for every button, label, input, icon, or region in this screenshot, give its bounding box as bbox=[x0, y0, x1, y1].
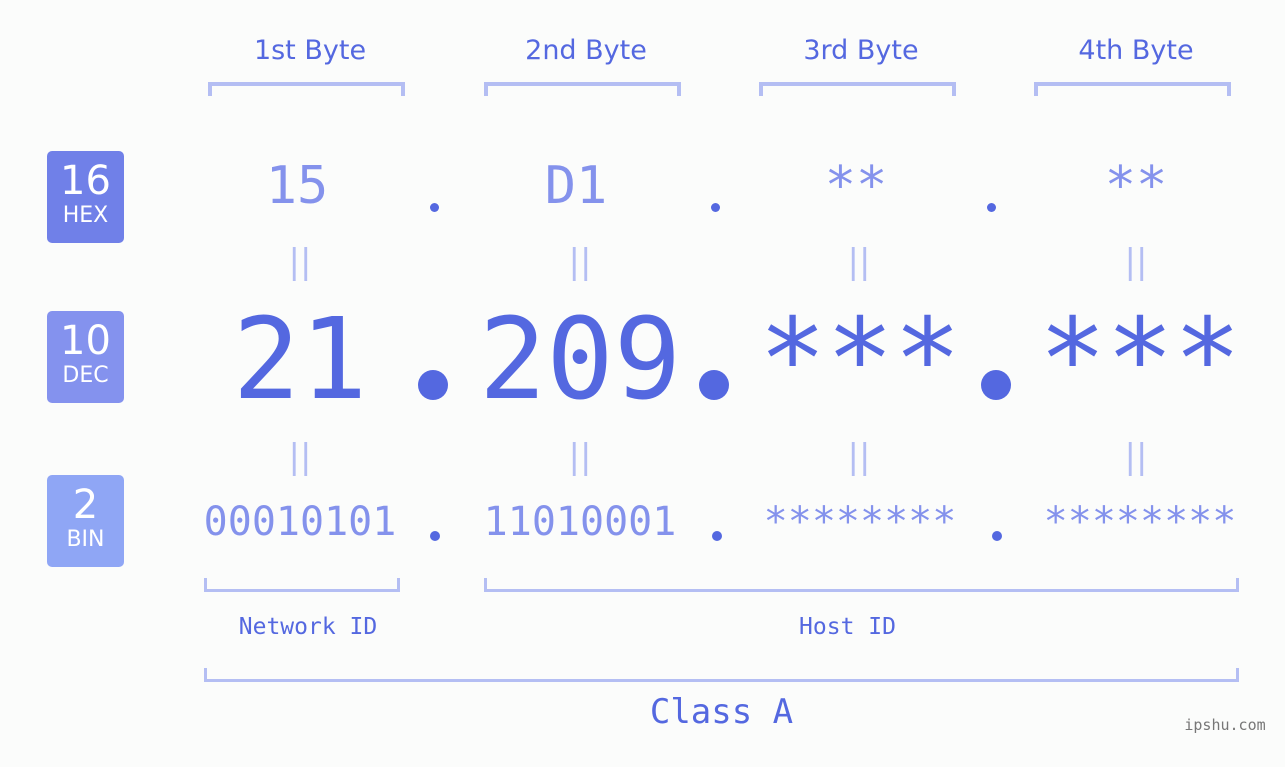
equals-symbol: || bbox=[568, 242, 592, 282]
bin-byte-4: ******** bbox=[1043, 499, 1237, 545]
hex-separator-dot bbox=[430, 203, 439, 212]
watermark: ipshu.com bbox=[1184, 716, 1266, 734]
bin-byte-3: ******** bbox=[763, 499, 957, 545]
equals-symbol: || bbox=[847, 242, 871, 282]
bin-base-label: BIN bbox=[66, 527, 105, 552]
equals-symbol: || bbox=[1124, 242, 1148, 282]
hex-badge: 16 HEX bbox=[47, 151, 124, 243]
host-id-bracket bbox=[484, 578, 1239, 592]
bin-badge: 2 BIN bbox=[47, 475, 124, 567]
byte-bracket-1 bbox=[208, 82, 405, 96]
dec-base-label: DEC bbox=[62, 363, 109, 388]
dec-separator-dot bbox=[981, 370, 1011, 400]
dec-byte-2: 209 bbox=[478, 295, 682, 425]
dec-badge: 10 DEC bbox=[47, 311, 124, 403]
equals-symbol: || bbox=[288, 242, 312, 282]
hex-byte-2: D1 bbox=[544, 156, 608, 216]
dec-byte-1: 21 bbox=[232, 295, 368, 425]
bin-base-number: 2 bbox=[72, 482, 99, 528]
byte-header-2: 2nd Byte bbox=[525, 35, 647, 66]
dec-separator-dot bbox=[699, 370, 729, 400]
dec-base-number: 10 bbox=[60, 318, 111, 364]
hex-byte-4: ** bbox=[1104, 156, 1168, 216]
byte-bracket-2 bbox=[484, 82, 681, 96]
network-id-bracket bbox=[204, 578, 400, 592]
equals-symbol: || bbox=[847, 437, 871, 477]
bin-byte-2: 11010001 bbox=[483, 499, 677, 545]
hex-separator-dot bbox=[711, 203, 720, 212]
equals-symbol: || bbox=[288, 437, 312, 477]
network-id-label: Network ID bbox=[238, 614, 378, 640]
dec-byte-3: *** bbox=[758, 295, 962, 425]
host-id-label: Host ID bbox=[799, 614, 896, 640]
hex-base-number: 16 bbox=[60, 158, 111, 204]
hex-base-label: HEX bbox=[62, 203, 109, 228]
byte-header-3: 3rd Byte bbox=[803, 35, 919, 66]
dec-separator-dot bbox=[418, 370, 448, 400]
class-bracket bbox=[204, 668, 1239, 682]
dec-byte-4: *** bbox=[1038, 295, 1242, 425]
bin-separator-dot bbox=[430, 531, 440, 541]
byte-bracket-3 bbox=[759, 82, 956, 96]
bin-byte-1: 00010101 bbox=[203, 499, 397, 545]
byte-bracket-4 bbox=[1034, 82, 1231, 96]
byte-header-1: 1st Byte bbox=[253, 35, 367, 66]
equals-symbol: || bbox=[1124, 437, 1148, 477]
hex-byte-1: 15 bbox=[265, 156, 329, 216]
bin-separator-dot bbox=[712, 531, 722, 541]
bin-separator-dot bbox=[992, 531, 1002, 541]
hex-separator-dot bbox=[987, 203, 996, 212]
equals-symbol: || bbox=[568, 437, 592, 477]
byte-header-4: 4th Byte bbox=[1078, 35, 1194, 66]
class-label: Class A bbox=[649, 692, 794, 732]
hex-byte-3: ** bbox=[824, 156, 888, 216]
